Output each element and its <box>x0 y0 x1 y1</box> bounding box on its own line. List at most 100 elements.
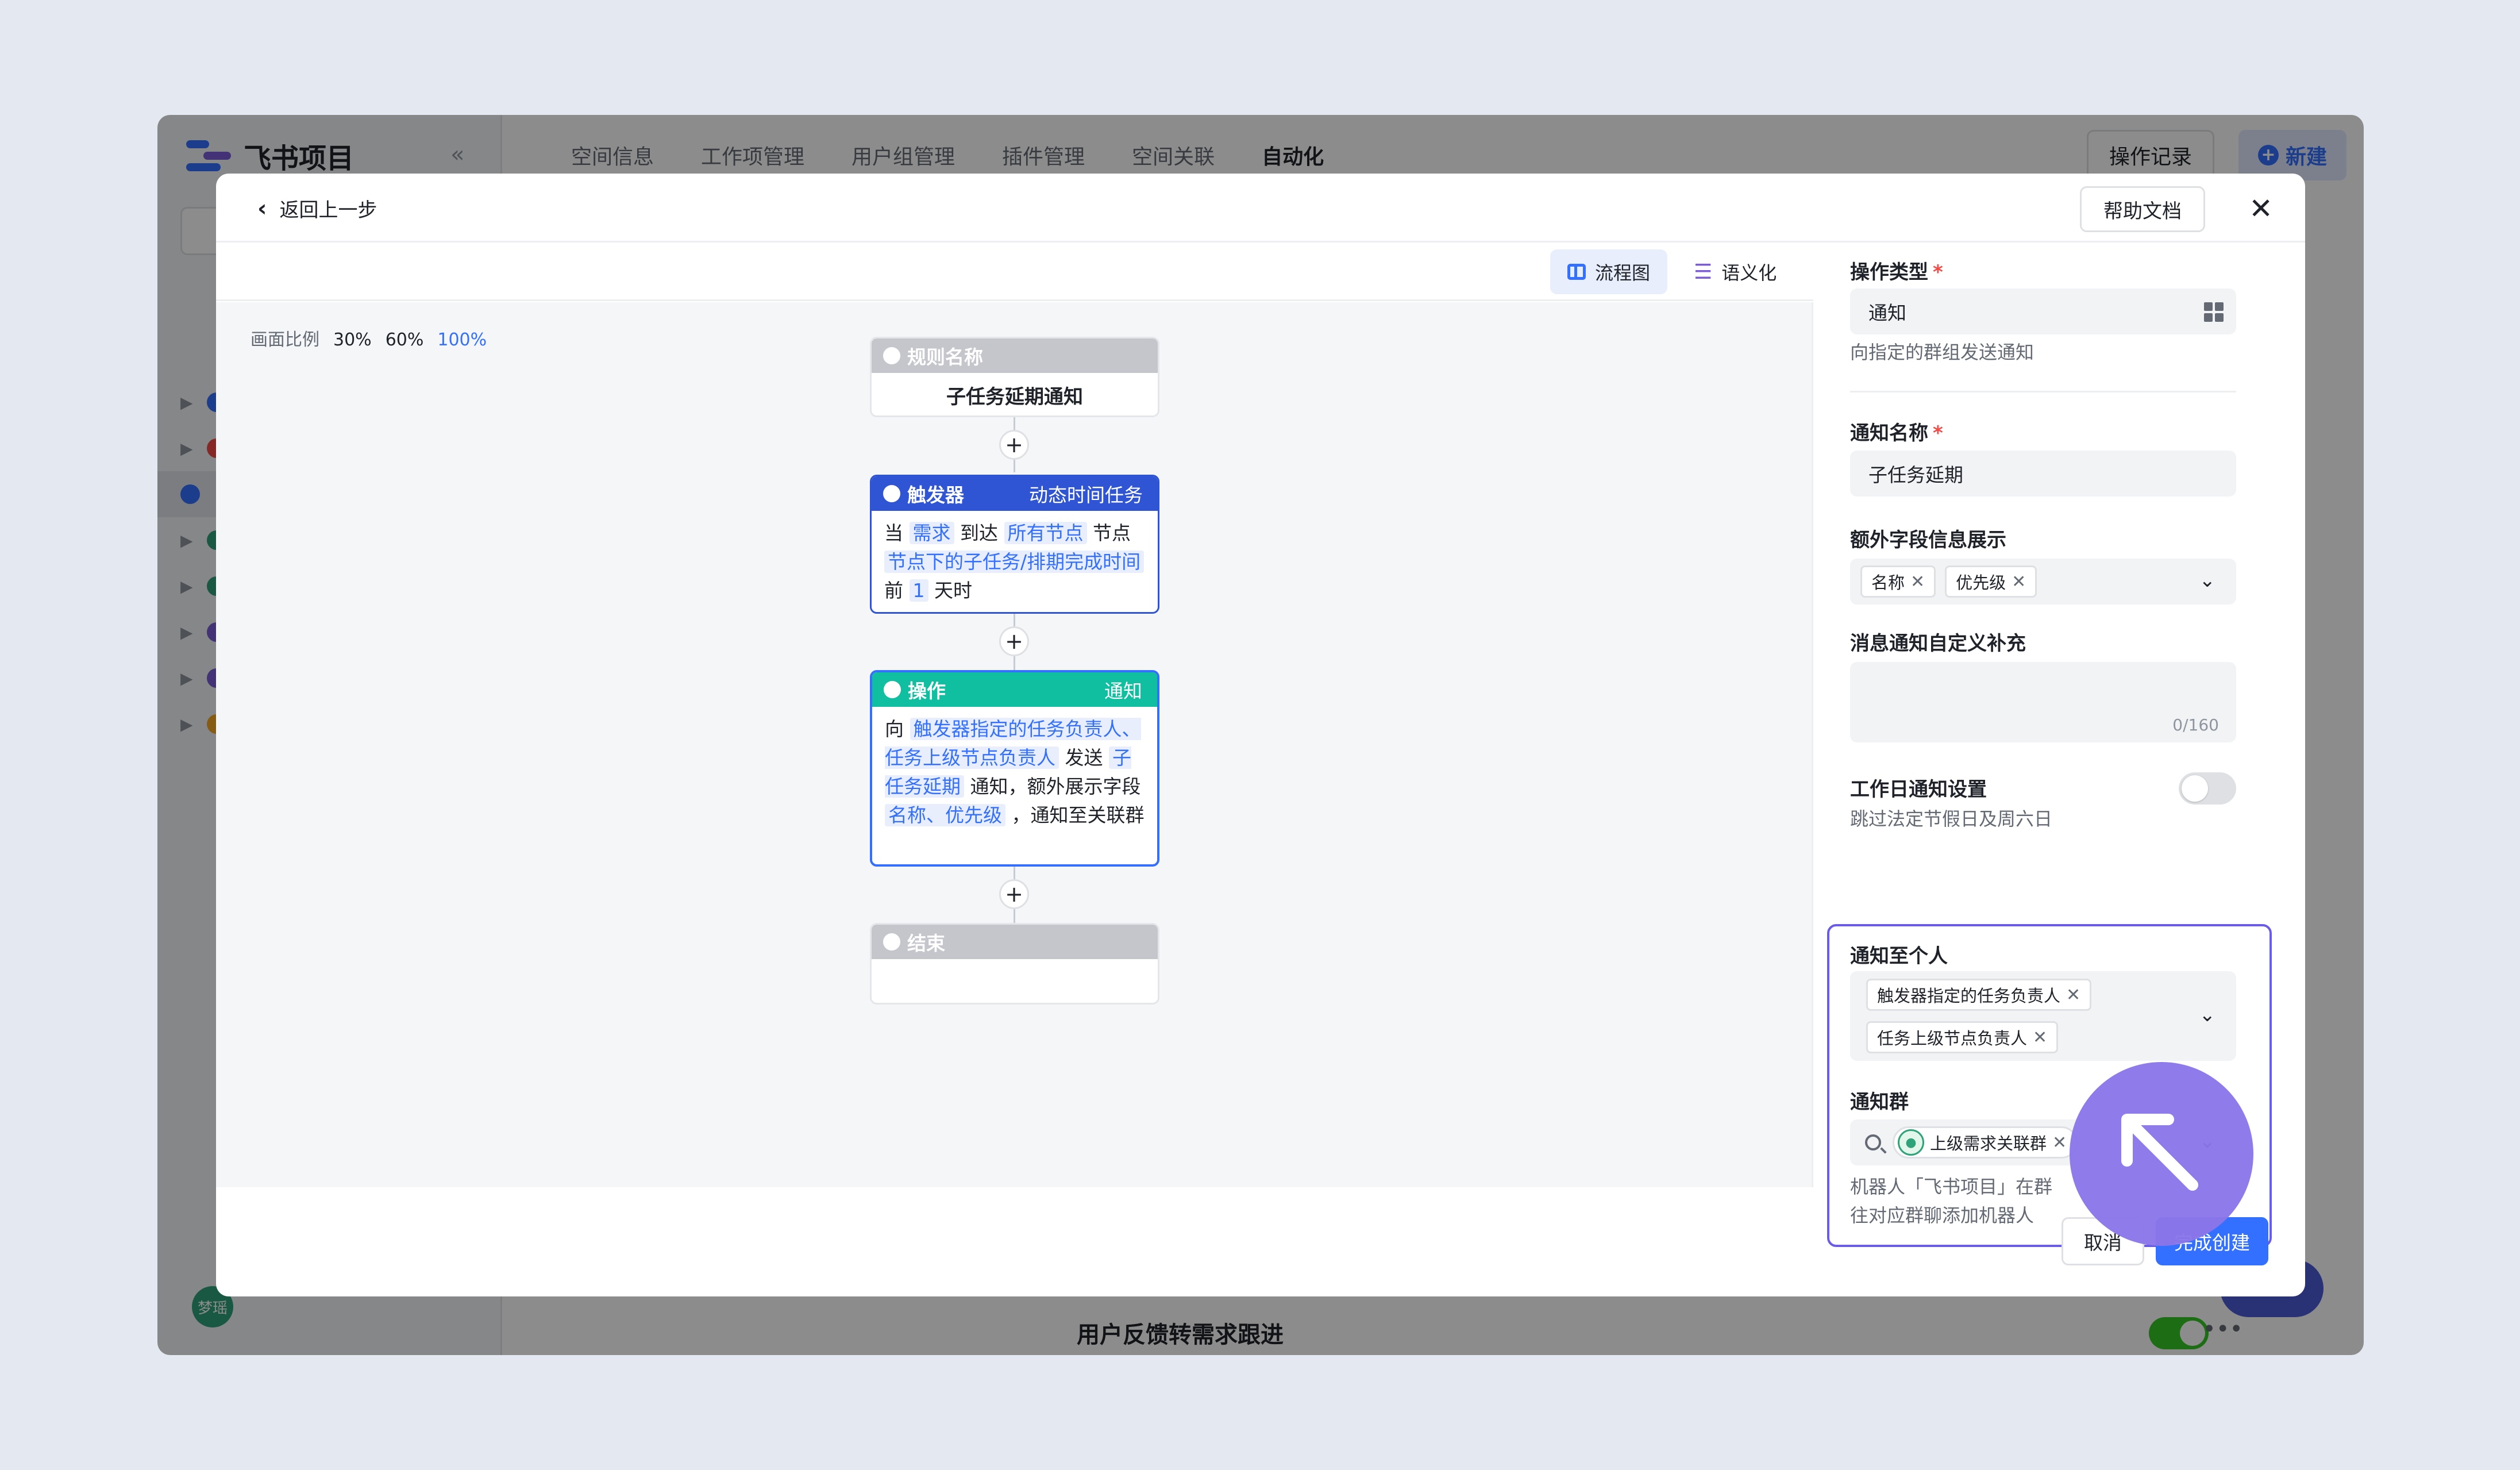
workday-hint: 跳过法定节假日及周六日 <box>1850 808 2053 830</box>
tag: 优先级 ✕ <box>1945 565 2037 598</box>
hint-line: 机器人「飞书项目」在群 <box>1850 1176 2053 1198</box>
required-mark: * <box>1933 261 1943 284</box>
stop-icon <box>883 933 900 951</box>
node-header: 操作 通知 <box>872 672 1157 707</box>
text: 发送 <box>1065 746 1103 769</box>
tag: 触发器指定的任务负责人 ✕ <box>1866 979 2092 1011</box>
char-counter: 0/160 <box>2172 715 2219 734</box>
chevron-down-icon: ⌄ <box>2199 569 2216 592</box>
add-node-button[interactable]: + <box>999 430 1029 460</box>
zoom-60[interactable]: 60% <box>386 330 424 350</box>
custom-msg-textarea[interactable]: 0/160 <box>1850 662 2236 742</box>
back-button[interactable]: ‹ 返回上一步 <box>257 194 377 222</box>
node-sub-label: 通知 <box>1104 680 1142 702</box>
custom-msg-label: 消息通知自定义补充 <box>1850 632 2026 655</box>
hint-line: 往对应群聊添加机器人 <box>1850 1205 2035 1226</box>
node-header: 触发器 动态时间任务 <box>872 476 1158 511</box>
text: 前 <box>884 579 903 602</box>
text: 通知，额外展示字段 <box>970 775 1141 798</box>
value-chip: 需求 <box>909 522 954 544</box>
zoom-bar: 画面比例 30% 60% 100% <box>251 325 487 351</box>
cursor-arrow-icon <box>2121 1114 2198 1191</box>
action-icon <box>884 681 901 698</box>
tag-label: 名称 <box>1871 573 1905 592</box>
trigger-icon <box>883 485 900 502</box>
remove-tag-icon[interactable]: ✕ <box>2033 1028 2047 1048</box>
tag: 任务上级节点负责人 ✕ <box>1866 1021 2059 1053</box>
zoom-30[interactable]: 30% <box>333 330 372 350</box>
op-type-value: 通知 <box>1868 302 1906 324</box>
flow-view-button[interactable]: 流程图 <box>1550 249 1668 294</box>
node-head-label: 触发器 <box>907 484 964 506</box>
help-doc-button[interactable]: 帮助文档 <box>2080 186 2205 232</box>
tag-label: 优先级 <box>1956 573 2006 592</box>
play-icon <box>883 347 900 364</box>
node-head-label: 规则名称 <box>907 346 983 368</box>
back-label: 返回上一步 <box>279 199 377 222</box>
flow-canvas[interactable]: 画面比例 30% 60% 100% 规则名称 子任务延期通知 + 触发器 动态时… <box>216 302 1813 1187</box>
text: ，通知至关联群 <box>1011 804 1145 826</box>
remove-tag-icon[interactable]: ✕ <box>2052 1133 2067 1153</box>
trigger-description: 当 需求 到达 所有节点 节点 节点下的子任务/排期完成时间 前 1 天时 <box>872 511 1158 612</box>
value-chip: 名称、优先级 <box>885 804 1005 826</box>
op-type-hint: 向指定的群组发送通知 <box>1850 341 2035 363</box>
remove-tag-icon[interactable]: ✕ <box>2012 572 2026 592</box>
search-icon <box>1865 1134 1881 1150</box>
flowchart-icon <box>1567 264 1586 280</box>
chevron-left-icon: ‹ <box>257 195 267 222</box>
tag-label: 触发器指定的任务负责人 <box>1877 986 2061 1006</box>
action-node[interactable]: 操作 通知 向 触发器指定的任务负责人、任务上级节点负责人 发送 子任务延期 通… <box>870 670 1159 867</box>
text: 向 <box>885 718 904 740</box>
notify-person-label: 通知至个人 <box>1850 945 1948 968</box>
remove-tag-icon[interactable]: ✕ <box>2066 985 2080 1005</box>
rule-name-node[interactable]: 规则名称 子任务延期通知 <box>870 337 1159 417</box>
value-chip: 节点下的子任务/排期完成时间 <box>884 551 1145 573</box>
notify-group-hint: 机器人「飞书项目」在群 往对应群聊添加机器人 <box>1850 1172 2052 1230</box>
flow-view-label: 流程图 <box>1595 262 1651 284</box>
zoom-label: 画面比例 <box>251 330 319 350</box>
group-tag: ● 上级需求关联群 ✕ <box>1893 1126 2078 1159</box>
cursor-highlight <box>2070 1062 2253 1246</box>
node-head-label: 操作 <box>908 680 946 702</box>
node-head-label: 结束 <box>907 932 945 955</box>
canvas-toolbar: 流程图 ☰ 语义化 <box>216 244 1813 301</box>
close-icon[interactable]: ✕ <box>2249 188 2273 229</box>
value-chip: 所有节点 <box>1004 522 1087 544</box>
add-node-button[interactable]: + <box>999 626 1029 656</box>
divider <box>1850 391 2236 392</box>
op-type-select[interactable]: 通知 <box>1850 288 2236 334</box>
extra-fields-label: 额外字段信息展示 <box>1850 529 2006 552</box>
op-type-label: 操作类型 * <box>1850 256 1943 284</box>
extra-fields-select[interactable]: 名称 ✕ 优先级 ✕ ⌄ <box>1850 559 2236 605</box>
grid-icon <box>2204 302 2224 322</box>
config-panel: 操作类型 * 通知 向指定的群组发送通知 通知名称 * 子任务延期 额外字段信息展示… <box>1816 244 2305 1247</box>
trigger-node[interactable]: 触发器 动态时间任务 当 需求 到达 所有节点 节点 节点下的子任务/排期完成时… <box>870 475 1159 614</box>
action-description: 向 触发器指定的任务负责人、任务上级节点负责人 发送 子任务延期 通知，额外展示… <box>872 707 1157 840</box>
node-header: 结束 <box>872 925 1158 959</box>
text: 天时 <box>934 579 972 602</box>
label-text: 通知名称 <box>1850 422 1928 445</box>
node-header: 规则名称 <box>872 338 1158 373</box>
semantic-view-button[interactable]: ☰ 语义化 <box>1677 249 1794 294</box>
end-node[interactable]: 结束 <box>870 923 1159 1005</box>
text: 到达 <box>960 522 998 544</box>
node-sub-label: 动态时间任务 <box>1029 484 1143 506</box>
modal-header: ‹ 返回上一步 帮助文档 ✕ <box>216 174 2305 243</box>
notify-group-label: 通知群 <box>1850 1091 1909 1114</box>
workday-label: 工作日通知设置 <box>1850 778 1987 801</box>
value-chip: 1 <box>909 579 928 602</box>
notify-person-select[interactable]: 触发器指定的任务负责人 ✕ 任务上级节点负责人 ✕ ⌄ <box>1850 971 2236 1061</box>
zoom-100[interactable]: 100% <box>437 330 487 350</box>
add-node-button[interactable]: + <box>999 879 1029 909</box>
workday-toggle[interactable] <box>2179 772 2236 805</box>
required-mark: * <box>1933 422 1943 445</box>
remove-tag-icon[interactable]: ✕ <box>1910 572 1925 592</box>
rule-name-title: 子任务延期通知 <box>946 386 1083 409</box>
tag: 名称 ✕ <box>1860 565 1936 598</box>
notify-name-input[interactable]: 子任务延期 <box>1850 451 2236 497</box>
semantic-view-label: 语义化 <box>1721 262 1777 284</box>
tag-label: 任务上级节点负责人 <box>1877 1029 2028 1048</box>
automation-modal: ‹ 返回上一步 帮助文档 ✕ 流程图 ☰ 语义化 画面比例 30% 60% 10… <box>216 174 2305 1296</box>
text: 节点 <box>1093 522 1131 544</box>
label-text: 操作类型 <box>1850 261 1928 284</box>
